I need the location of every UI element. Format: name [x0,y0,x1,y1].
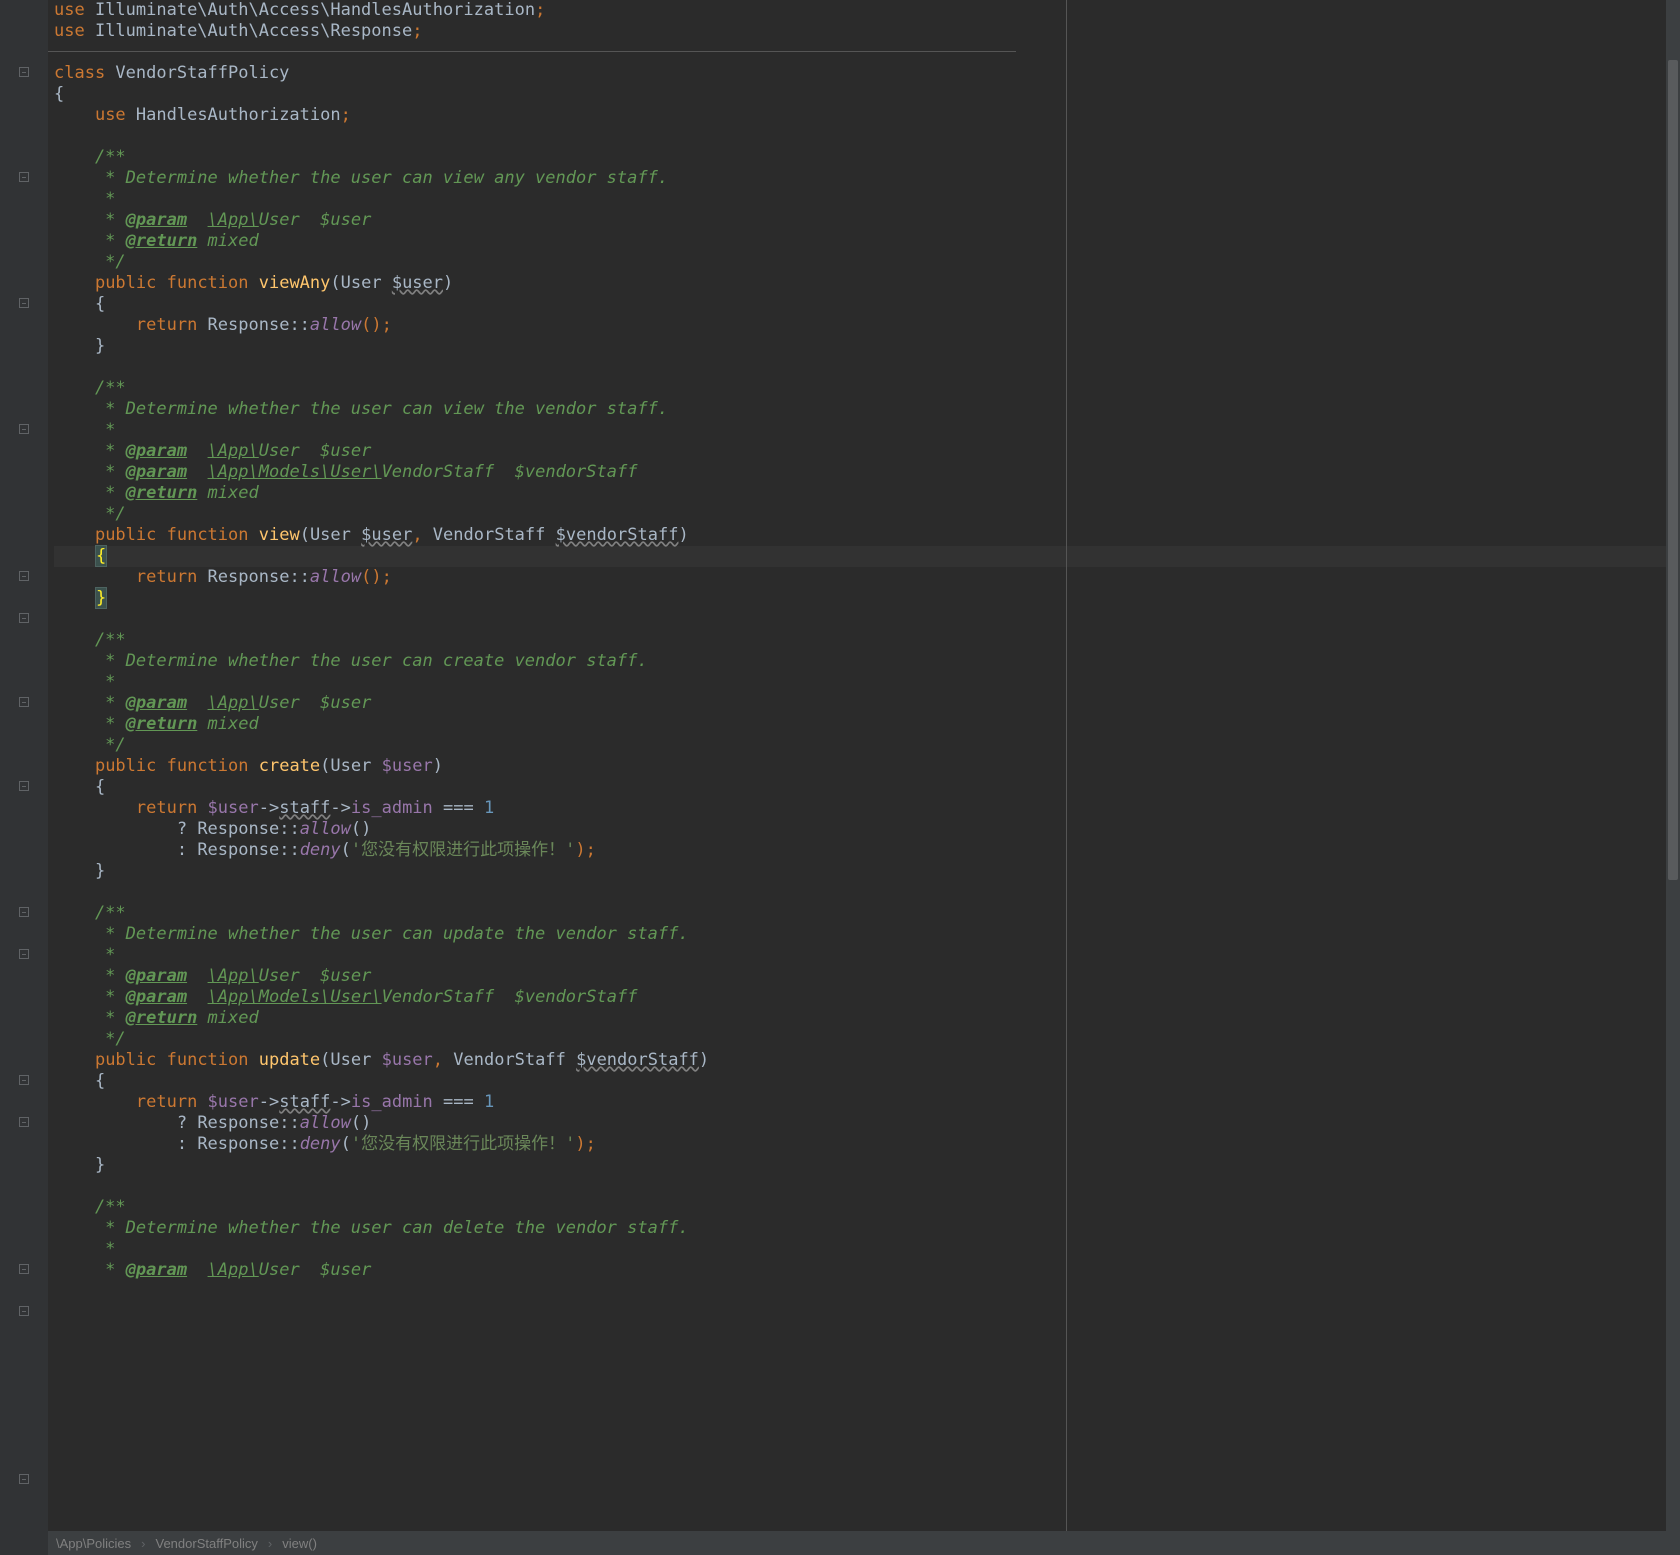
code-line[interactable]: * @param \App\User $user [54,441,1680,462]
code-line[interactable]: ? Response::allow() [54,819,1680,840]
fold-icon[interactable] [18,906,30,918]
code-line[interactable]: * Determine whether the user can view an… [54,168,1680,189]
code-line[interactable]: * Determine whether the user can update … [54,924,1680,945]
code-line[interactable]: * @param \App\Models\User\VendorStaff $v… [54,987,1680,1008]
code-line[interactable]: { [54,84,1680,105]
fold-icon[interactable] [18,948,30,960]
code-line[interactable] [54,357,1680,378]
gutter[interactable] [0,0,48,1555]
code-line[interactable]: } [54,1155,1680,1176]
fold-icon[interactable] [18,696,30,708]
code-line[interactable]: public function update(User $user, Vendo… [54,1050,1680,1071]
code-line[interactable] [54,126,1680,147]
separator-line [48,51,1016,52]
code-line[interactable]: return Response::allow(); [54,315,1680,336]
code-line[interactable]: : Response::deny('您没有权限进行此项操作！'); [54,1134,1680,1155]
fold-icon[interactable] [18,297,30,309]
fold-icon[interactable] [18,1305,30,1317]
code-line[interactable]: * @return mixed [54,231,1680,252]
code-area[interactable]: use Illuminate\Auth\Access\HandlesAuthor… [48,0,1680,1555]
fold-icon[interactable] [18,66,30,78]
code-line[interactable]: * @return mixed [54,1008,1680,1029]
fold-icon[interactable] [18,612,30,624]
code-line[interactable]: /** [54,903,1680,924]
code-line[interactable]: return $user->staff->is_admin === 1 [54,798,1680,819]
code-line[interactable]: */ [54,735,1680,756]
code-line[interactable]: } [54,588,1680,609]
fold-icon[interactable] [18,1074,30,1086]
code-line-highlighted[interactable]: { [54,546,1680,567]
breadcrumb-segment[interactable]: view() [282,1533,317,1554]
code-line[interactable]: */ [54,504,1680,525]
code-line[interactable]: public function create(User $user) [54,756,1680,777]
code-line[interactable]: */ [54,1029,1680,1050]
code-line[interactable]: * [54,189,1680,210]
code-line[interactable]: /** [54,630,1680,651]
code-line[interactable]: /** [54,378,1680,399]
code-line[interactable]: /** [54,1197,1680,1218]
code-line[interactable]: public function viewAny(User $user) [54,273,1680,294]
code-line[interactable]: use Illuminate\Auth\Access\Response; [54,21,1680,42]
code-line[interactable]: use HandlesAuthorization; [54,105,1680,126]
fold-icon[interactable] [18,1116,30,1128]
fold-icon[interactable] [18,1263,30,1275]
code-line[interactable]: return $user->staff->is_admin === 1 [54,1092,1680,1113]
code-line[interactable]: * Determine whether the user can create … [54,651,1680,672]
code-line[interactable] [54,882,1680,903]
breadcrumb-segment[interactable]: \App\Policies [56,1533,131,1554]
right-margin-line [1066,0,1067,1555]
fold-icon[interactable] [18,780,30,792]
code-line[interactable]: } [54,861,1680,882]
breadcrumb-segment[interactable]: VendorStaffPolicy [156,1533,258,1554]
code-line[interactable]: /** [54,147,1680,168]
code-line[interactable]: public function view(User $user, VendorS… [54,525,1680,546]
code-line[interactable]: { [54,294,1680,315]
code-line[interactable]: * [54,945,1680,966]
code-line[interactable]: use Illuminate\Auth\Access\HandlesAuthor… [54,0,1680,21]
code-line[interactable]: * @param \App\User $user [54,210,1680,231]
code-line[interactable]: * @param \App\User $user [54,693,1680,714]
code-line[interactable] [54,609,1680,630]
breadcrumb-bar[interactable]: \App\Policies › VendorStaffPolicy › view… [48,1531,1680,1555]
code-line[interactable]: * Determine whether the user can view th… [54,399,1680,420]
code-line[interactable]: { [54,1071,1680,1092]
vertical-scrollbar-thumb[interactable] [1668,60,1678,880]
chevron-right-icon: › [268,1533,272,1554]
code-line[interactable]: * @return mixed [54,714,1680,735]
code-line[interactable]: * @param \App\Models\User\VendorStaff $v… [54,462,1680,483]
fold-icon[interactable] [18,423,30,435]
code-line[interactable]: */ [54,252,1680,273]
code-line[interactable]: class VendorStaffPolicy [54,63,1680,84]
code-line[interactable]: * Determine whether the user can delete … [54,1218,1680,1239]
code-line[interactable]: * [54,1239,1680,1260]
fold-icon[interactable] [18,1473,30,1485]
code-line[interactable]: ? Response::allow() [54,1113,1680,1134]
chevron-right-icon: › [141,1533,145,1554]
code-line[interactable]: * @param \App\User $user [54,966,1680,987]
fold-icon[interactable] [18,570,30,582]
fold-icon[interactable] [18,171,30,183]
code-line[interactable]: * @return mixed [54,483,1680,504]
code-line[interactable] [54,42,1680,63]
code-line[interactable]: * [54,420,1680,441]
code-line[interactable]: * [54,672,1680,693]
code-line[interactable] [54,1176,1680,1197]
code-line[interactable]: * @param \App\User $user [54,1260,1680,1281]
code-line[interactable]: { [54,777,1680,798]
vertical-scrollbar-track[interactable] [1666,0,1680,1555]
code-editor[interactable]: use Illuminate\Auth\Access\HandlesAuthor… [0,0,1680,1555]
code-line[interactable]: return Response::allow(); [54,567,1680,588]
code-line[interactable]: : Response::deny('您没有权限进行此项操作！'); [54,840,1680,861]
code-line[interactable]: } [54,336,1680,357]
